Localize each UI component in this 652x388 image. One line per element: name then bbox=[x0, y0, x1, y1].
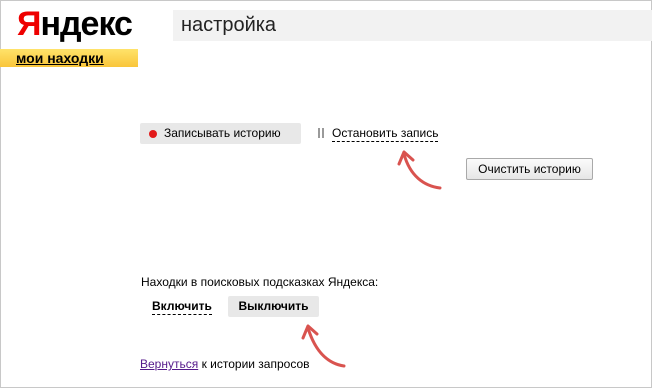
logo-first-letter: Я bbox=[17, 5, 41, 43]
annotation-arrow-icon bbox=[397, 150, 442, 190]
my-finds-tab[interactable]: мои находки bbox=[0, 49, 138, 67]
record-history-button[interactable]: Записывать историю bbox=[140, 123, 301, 144]
yandex-logo[interactable]: Яндекс bbox=[17, 5, 133, 43]
page-title: настройка bbox=[181, 14, 277, 36]
back-to-history: Вернуться к истории запросов bbox=[140, 357, 310, 372]
stop-recording-link[interactable]: Остановить запись bbox=[332, 126, 439, 142]
record-dot-icon bbox=[149, 130, 157, 138]
enable-link[interactable]: Включить bbox=[152, 299, 212, 315]
my-finds-tab-label[interactable]: мои находки bbox=[16, 49, 104, 67]
logo-rest: ндекс bbox=[40, 5, 133, 43]
suggest-finds-label: Находки в поисковых подсказках Яндекса: bbox=[141, 275, 379, 289]
record-history-label: Записывать историю bbox=[164, 126, 281, 140]
pause-icon bbox=[318, 128, 325, 138]
clear-history-button[interactable]: Очистить историю bbox=[466, 158, 593, 180]
disable-button[interactable]: Выключить bbox=[228, 296, 319, 317]
back-link[interactable]: Вернуться bbox=[140, 357, 198, 371]
page-title-bar: настройка bbox=[173, 10, 652, 41]
back-link-rest: к истории запросов bbox=[198, 357, 310, 371]
